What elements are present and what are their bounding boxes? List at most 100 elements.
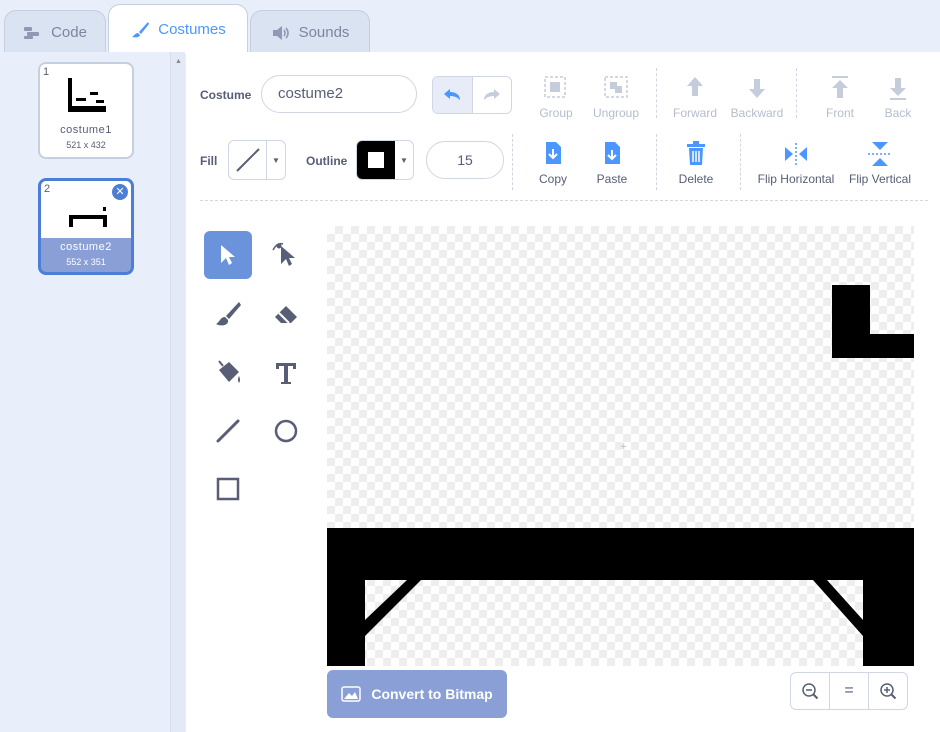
costume-name: costume1 bbox=[60, 124, 112, 136]
costume-item-1[interactable]: 1 costume1 521 x 432 bbox=[38, 62, 134, 159]
fill-tool[interactable] bbox=[204, 349, 252, 397]
front-button[interactable]: Front bbox=[818, 74, 862, 120]
fill-swatch bbox=[229, 141, 267, 179]
eraser-tool[interactable] bbox=[262, 290, 310, 338]
zoom-in-button[interactable] bbox=[869, 673, 907, 709]
convert-to-bitmap-button[interactable]: Convert to Bitmap bbox=[327, 670, 507, 718]
backward-label: Backward bbox=[730, 106, 784, 120]
copy-label: Copy bbox=[538, 172, 567, 186]
toolbar-divider bbox=[656, 134, 657, 190]
paste-button[interactable]: Paste bbox=[590, 140, 634, 186]
flip-horizontal-button[interactable]: Flip Horizontal bbox=[754, 140, 838, 186]
ungroup-label: Ungroup bbox=[592, 106, 640, 120]
paint-canvas[interactable]: + bbox=[327, 226, 914, 666]
chevron-down-icon: ▼ bbox=[400, 155, 408, 165]
tab-costumes[interactable]: Costumes bbox=[108, 4, 248, 54]
outline-swatch bbox=[357, 141, 395, 179]
flip-horizontal-label: Flip Horizontal bbox=[757, 172, 835, 186]
brush-icon bbox=[216, 302, 241, 326]
zoom-controls: = bbox=[790, 672, 908, 710]
costume-list: 1 costume1 521 x 432 2 ✕ costume2 552 x … bbox=[0, 52, 185, 732]
toolbar-separator bbox=[200, 200, 928, 201]
paste-icon bbox=[605, 142, 620, 164]
convert-label: Convert to Bitmap bbox=[371, 686, 493, 702]
flip-horizontal-icon bbox=[785, 143, 807, 165]
toolbar-divider bbox=[656, 68, 657, 118]
tab-sounds[interactable]: Sounds bbox=[250, 10, 370, 54]
forward-button[interactable]: Forward bbox=[670, 74, 720, 120]
backward-icon bbox=[749, 79, 765, 98]
eraser-icon bbox=[275, 306, 297, 324]
circle-tool[interactable] bbox=[262, 407, 310, 455]
line-tool[interactable] bbox=[204, 407, 252, 455]
ungroup-button[interactable]: Ungroup bbox=[588, 74, 644, 120]
outline-width-input[interactable]: 15 bbox=[426, 141, 504, 179]
scroll-up-icon[interactable]: ▲ bbox=[175, 58, 182, 65]
zoom-out-button[interactable] bbox=[791, 673, 830, 709]
forward-label: Forward bbox=[672, 106, 717, 120]
tab-code[interactable]: Code bbox=[4, 10, 106, 54]
flip-vertical-label: Flip Vertical bbox=[848, 172, 912, 186]
tab-code-label: Code bbox=[51, 24, 87, 41]
text-icon bbox=[276, 363, 296, 384]
costume-drawing: + bbox=[327, 285, 914, 666]
paste-label: Paste bbox=[596, 172, 628, 186]
delete-label: Delete bbox=[678, 172, 714, 186]
costume-number: 2 bbox=[44, 183, 51, 195]
redo-icon bbox=[483, 89, 500, 100]
trash-icon bbox=[687, 141, 705, 165]
no-fill-icon bbox=[235, 148, 260, 172]
arrow-cursor-icon bbox=[221, 245, 235, 265]
delete-button[interactable]: Delete bbox=[674, 140, 718, 186]
rectangle-tool[interactable] bbox=[204, 465, 252, 513]
back-button[interactable]: Back bbox=[876, 74, 920, 120]
redo-button[interactable] bbox=[473, 77, 512, 113]
reshape-tool[interactable] bbox=[262, 231, 310, 279]
image-icon bbox=[341, 686, 362, 702]
costume-thumbnail bbox=[68, 78, 106, 112]
toolbar-divider bbox=[740, 134, 741, 190]
outline-label: Outline bbox=[306, 154, 348, 168]
group-button[interactable]: Group bbox=[536, 74, 576, 120]
forward-icon bbox=[687, 77, 703, 96]
costume-list-scrollbar[interactable]: ▲ bbox=[170, 52, 185, 732]
costume-label: Costume bbox=[200, 88, 252, 102]
front-label: Front bbox=[825, 106, 854, 120]
costume-size: 552 x 351 bbox=[66, 257, 106, 267]
brush-tool[interactable] bbox=[204, 290, 252, 338]
zoom-reset-button[interactable]: = bbox=[830, 673, 869, 709]
reshape-icon bbox=[272, 242, 295, 266]
costume-item-2[interactable]: 2 ✕ costume2 552 x 351 bbox=[38, 178, 134, 275]
tab-costumes-label: Costumes bbox=[158, 21, 226, 38]
outline-color-picker[interactable]: ▼ bbox=[356, 140, 414, 180]
backward-button[interactable]: Backward bbox=[728, 74, 786, 120]
speaker-icon bbox=[271, 24, 291, 42]
paint-bucket-icon bbox=[218, 360, 240, 383]
fill-color-picker[interactable]: ▼ bbox=[228, 140, 286, 180]
code-icon bbox=[23, 24, 43, 42]
back-icon bbox=[890, 78, 906, 100]
flip-vertical-button[interactable]: Flip Vertical bbox=[846, 140, 914, 186]
zoom-in-icon bbox=[880, 683, 897, 700]
rectangle-icon bbox=[216, 477, 240, 501]
copy-icon bbox=[546, 142, 561, 164]
toolbar-divider bbox=[512, 134, 513, 190]
undo-button[interactable] bbox=[433, 77, 473, 113]
costume-size: 521 x 432 bbox=[66, 140, 106, 150]
brush-icon bbox=[130, 21, 150, 39]
costume-name-input[interactable]: costume2 bbox=[261, 75, 417, 113]
circle-icon bbox=[274, 419, 298, 443]
text-tool[interactable] bbox=[262, 349, 310, 397]
paint-editor: Costume costume2 Group Ungroup Forward B… bbox=[186, 52, 940, 732]
group-label: Group bbox=[539, 106, 573, 120]
costume-name: costume2 bbox=[60, 241, 112, 253]
tab-sounds-label: Sounds bbox=[298, 24, 350, 41]
copy-button[interactable]: Copy bbox=[533, 140, 573, 186]
center-marker-icon: + bbox=[620, 442, 628, 452]
undo-redo-group bbox=[432, 76, 512, 114]
zoom-out-icon bbox=[802, 683, 819, 700]
group-icon bbox=[544, 76, 566, 98]
ungroup-icon bbox=[604, 76, 628, 98]
undo-icon bbox=[444, 89, 461, 100]
select-tool[interactable] bbox=[204, 231, 252, 279]
